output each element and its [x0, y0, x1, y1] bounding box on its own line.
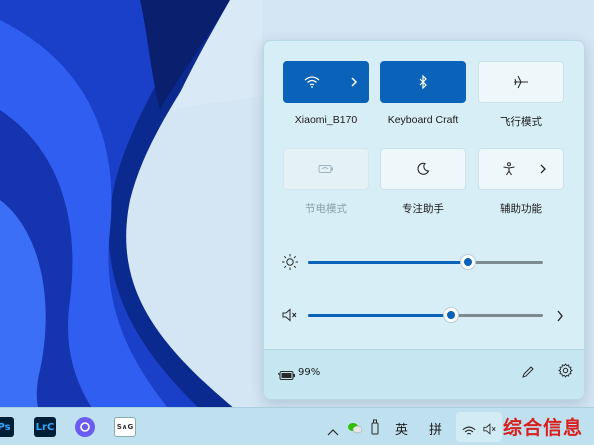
bluetooth-tile-label: Keyboard Craft — [387, 114, 459, 126]
brightness-slider-row — [281, 252, 571, 272]
focus-assist-tile-label: 专注助手 — [402, 203, 444, 215]
wifi-tile[interactable] — [283, 61, 369, 103]
volume-output-chevron-icon[interactable] — [556, 308, 564, 327]
photoshop-label: Ps — [0, 421, 11, 433]
speaker-muted-icon[interactable] — [281, 307, 299, 327]
airplane-mode-tile-label: 飞行模式 — [500, 116, 542, 128]
edit-quick-settings-icon[interactable] — [521, 364, 535, 383]
usb-drive-icon[interactable] — [371, 419, 379, 439]
ime-mode-indicator[interactable]: 拼 — [429, 419, 442, 438]
volume-slider-fill — [308, 314, 452, 317]
network-volume-battery-button[interactable] — [456, 412, 502, 442]
battery-icon[interactable] — [277, 366, 296, 385]
sun-icon — [281, 253, 299, 275]
show-hidden-icons-chevron-icon[interactable] — [327, 421, 339, 440]
airplane-mode-tile[interactable] — [478, 61, 564, 103]
wifi-expand-chevron-icon[interactable] — [340, 76, 368, 88]
quick-settings-panel: Xiaomi_B170 Keyboard Craft 飞行模式 节电模式 专注助… — [263, 40, 585, 400]
ime-language-indicator[interactable]: 英 — [395, 419, 408, 438]
bluetooth-tile[interactable] — [380, 61, 466, 103]
accessibility-icon[interactable] — [479, 162, 539, 176]
taskbar-wifi-icon — [462, 422, 476, 441]
snipaste-label: S∧G — [116, 423, 134, 431]
photoshop-icon[interactable]: Ps — [0, 417, 14, 437]
bluetooth-icon — [413, 75, 433, 89]
wifi-icon[interactable] — [284, 76, 340, 88]
wechat-tray-icon[interactable] — [347, 420, 363, 439]
moon-icon — [413, 162, 433, 176]
accessibility-expand-chevron-icon[interactable] — [539, 163, 561, 175]
battery-saver-icon — [316, 164, 336, 174]
focus-assist-tile[interactable] — [380, 148, 466, 190]
copilot-icon[interactable] — [75, 417, 95, 437]
brightness-slider-fill — [308, 261, 468, 264]
accessibility-tile-label: 辅助功能 — [500, 203, 542, 215]
lightroom-classic-icon[interactable]: LrC — [34, 417, 56, 437]
battery-saver-tile-label: 节电模式 — [305, 203, 347, 215]
battery-saver-tile — [283, 148, 369, 190]
watermark-text: 综合信息 — [503, 417, 584, 439]
wifi-tile-label: Xiaomi_B170 — [294, 114, 358, 126]
brightness-slider-thumb[interactable] — [460, 255, 475, 269]
volume-slider-row — [281, 305, 571, 325]
taskbar-speaker-muted-icon — [482, 421, 498, 440]
accessibility-tile[interactable] — [478, 148, 564, 190]
battery-percentage[interactable]: 99% — [298, 367, 320, 378]
lightroom-label: LrC — [35, 421, 55, 433]
volume-slider-thumb[interactable] — [444, 308, 459, 322]
snipaste-icon[interactable]: S∧G — [114, 417, 136, 437]
airplane-icon — [511, 75, 531, 89]
settings-gear-icon[interactable] — [558, 363, 573, 382]
